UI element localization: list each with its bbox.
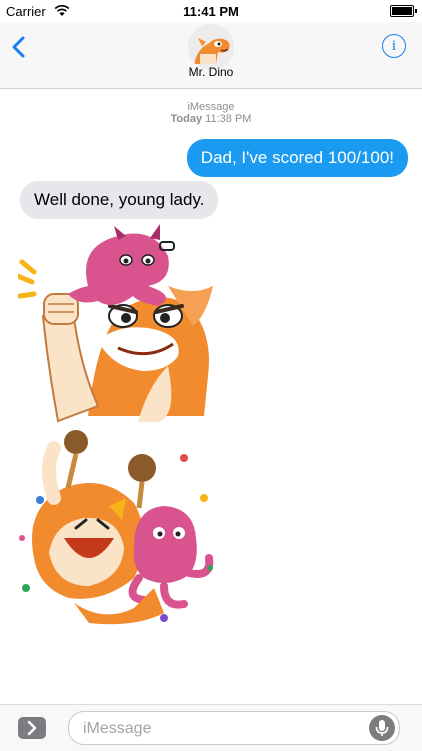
chevron-left-icon [12, 36, 25, 58]
celebrating-dino-octopus-sticker[interactable] [14, 428, 224, 628]
thread-meta: iMessage Today 11:38 PM [0, 101, 422, 125]
status-bar: Carrier 11:41 PM [0, 0, 422, 22]
message-field[interactable] [68, 711, 400, 745]
chevron-right-icon [27, 720, 37, 736]
info-button[interactable]: i [382, 34, 406, 58]
app-drawer-button[interactable] [18, 717, 46, 739]
contact-name[interactable]: Mr. Dino [0, 65, 422, 79]
battery-icon [390, 5, 417, 17]
back-button[interactable] [8, 32, 32, 62]
message-input[interactable] [81, 716, 365, 742]
outgoing-message[interactable]: Dad, I've scored 100/100! [186, 139, 408, 177]
clock: 11:41 PM [183, 4, 239, 19]
incoming-message[interactable]: Well done, young lady. [20, 181, 219, 219]
octopus-on-dino-head-sticker[interactable] [18, 216, 218, 424]
service-label: iMessage [187, 101, 235, 113]
microphone-icon [375, 720, 389, 736]
dictation-button[interactable] [369, 715, 395, 741]
conversation-header: Mr. Dino i [0, 22, 422, 89]
timestamp: Today 11:38 PM [170, 113, 252, 125]
compose-bar [0, 704, 422, 751]
info-icon: i [391, 38, 397, 54]
avatar[interactable] [188, 24, 234, 70]
dino-avatar-icon [188, 24, 234, 70]
